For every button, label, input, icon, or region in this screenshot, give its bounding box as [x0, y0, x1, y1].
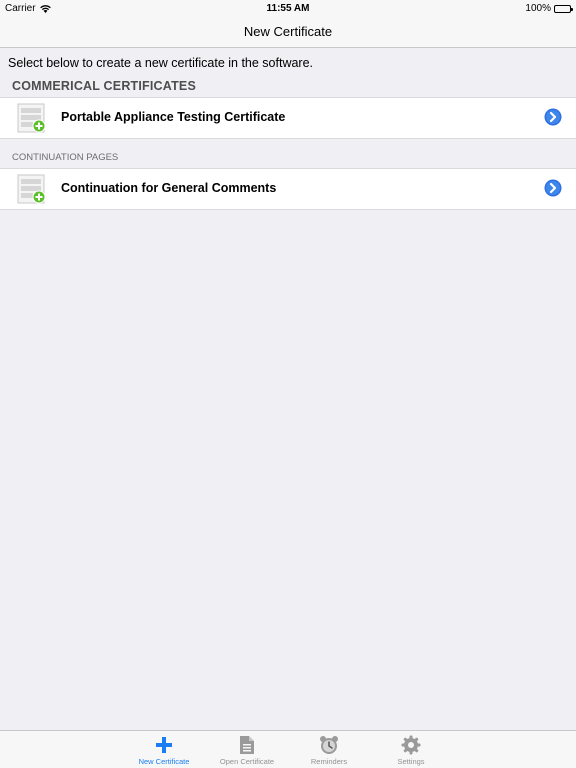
status-bar: Carrier 11:55 AM 100%	[0, 0, 576, 18]
disclosure-button-icon[interactable]	[544, 179, 562, 197]
battery-icon	[554, 4, 573, 13]
gear-icon	[401, 735, 421, 755]
tab-label: Settings	[397, 757, 425, 766]
tab-new-certificate[interactable]: New Certificate	[124, 731, 204, 768]
document-icon	[237, 735, 257, 755]
section-header-continuation: CONTINUATION PAGES	[12, 152, 119, 163]
status-time: 11:55 AM	[266, 3, 310, 14]
tab-settings[interactable]: Settings	[371, 731, 451, 768]
status-right: 100%	[525, 3, 573, 14]
page-title: New Certificate	[243, 24, 333, 39]
new-document-icon	[17, 174, 47, 204]
tab-bar: New Certificate Open Certificate Reminde…	[0, 730, 576, 768]
list-item-continuation-general-comments[interactable]: Continuation for General Comments	[0, 168, 576, 210]
plus-icon	[154, 735, 174, 755]
navigation-bar: New Certificate	[0, 18, 576, 48]
list-item-label: Portable Appliance Testing Certificate	[61, 110, 286, 124]
section-header-commercial: COMMERICAL CERTIFICATES	[12, 79, 196, 93]
tab-reminders[interactable]: Reminders	[289, 731, 369, 768]
new-document-icon	[17, 103, 47, 133]
tab-label: New Certificate	[138, 757, 190, 766]
tab-open-certificate[interactable]: Open Certificate	[207, 731, 287, 768]
list-item-label: Continuation for General Comments	[61, 181, 277, 195]
battery-percent: 100%	[525, 3, 551, 14]
disclosure-button-icon[interactable]	[544, 108, 562, 126]
intro-text: Select below to create a new certificate…	[8, 56, 314, 70]
alarm-clock-icon	[319, 735, 339, 755]
list-item-portable-appliance-testing[interactable]: Portable Appliance Testing Certificate	[0, 97, 576, 139]
tab-label: Open Certificate	[219, 757, 275, 766]
tab-label: Reminders	[310, 757, 348, 766]
